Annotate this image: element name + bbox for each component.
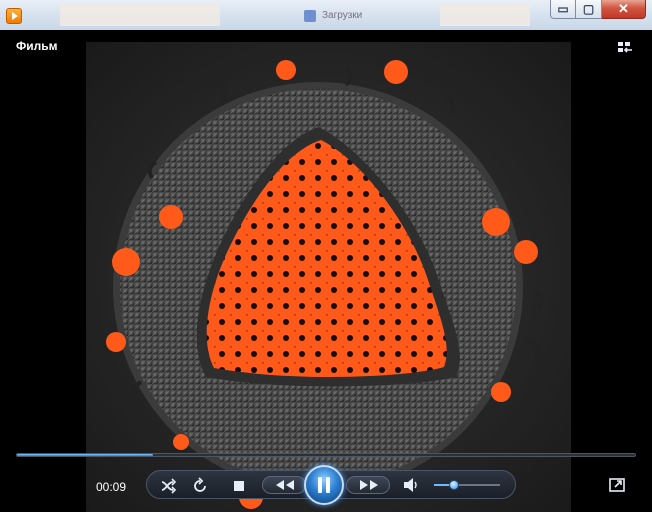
maximize-button[interactable]: ▢ — [576, 0, 602, 19]
volume-slider-thumb[interactable] — [448, 480, 459, 490]
title-bar: Загрузки ▭ ▢ ✕ — [0, 0, 652, 30]
switch-to-library-icon[interactable] — [616, 40, 634, 56]
speaker-icon[interactable] — [402, 476, 418, 494]
minimize-button[interactable]: ▭ — [550, 0, 576, 19]
seek-bar-progress — [17, 454, 153, 456]
close-button[interactable]: ✕ — [602, 0, 646, 19]
rewind-button[interactable] — [262, 476, 306, 494]
video-area[interactable]: Фильм 00:09 — [6, 30, 646, 512]
media-player-window: Загрузки ▭ ▢ ✕ Фильм 00:09 — [0, 0, 652, 512]
fullscreen-icon[interactable] — [608, 476, 626, 494]
fast-forward-button[interactable] — [346, 476, 390, 494]
stop-icon — [234, 481, 244, 491]
media-player-app-icon[interactable] — [6, 8, 22, 24]
background-downloads-label: Загрузки — [322, 10, 363, 21]
background-window-strip — [60, 4, 220, 26]
window-buttons: ▭ ▢ ✕ — [550, 0, 646, 20]
elapsed-time: 00:09 — [96, 480, 127, 494]
minimize-icon: ▭ — [557, 2, 569, 16]
downloads-folder-icon — [304, 10, 316, 22]
rewind-icon — [276, 480, 294, 490]
video-frame — [86, 42, 571, 512]
seek-bar[interactable] — [16, 453, 636, 457]
volume-slider[interactable] — [434, 480, 500, 490]
pause-button[interactable] — [304, 465, 344, 505]
repeat-icon[interactable] — [190, 476, 210, 496]
stop-button[interactable] — [232, 476, 246, 496]
maximize-icon: ▢ — [582, 2, 595, 16]
close-icon: ✕ — [618, 1, 629, 16]
shuffle-icon[interactable] — [158, 476, 180, 496]
virus-illustration — [106, 60, 545, 509]
background-window-strip — [440, 4, 530, 26]
fast-forward-icon — [360, 480, 378, 490]
pause-icon — [318, 477, 331, 493]
background-downloads-task: Загрузки — [300, 6, 370, 26]
movie-title: Фильм — [16, 39, 58, 53]
